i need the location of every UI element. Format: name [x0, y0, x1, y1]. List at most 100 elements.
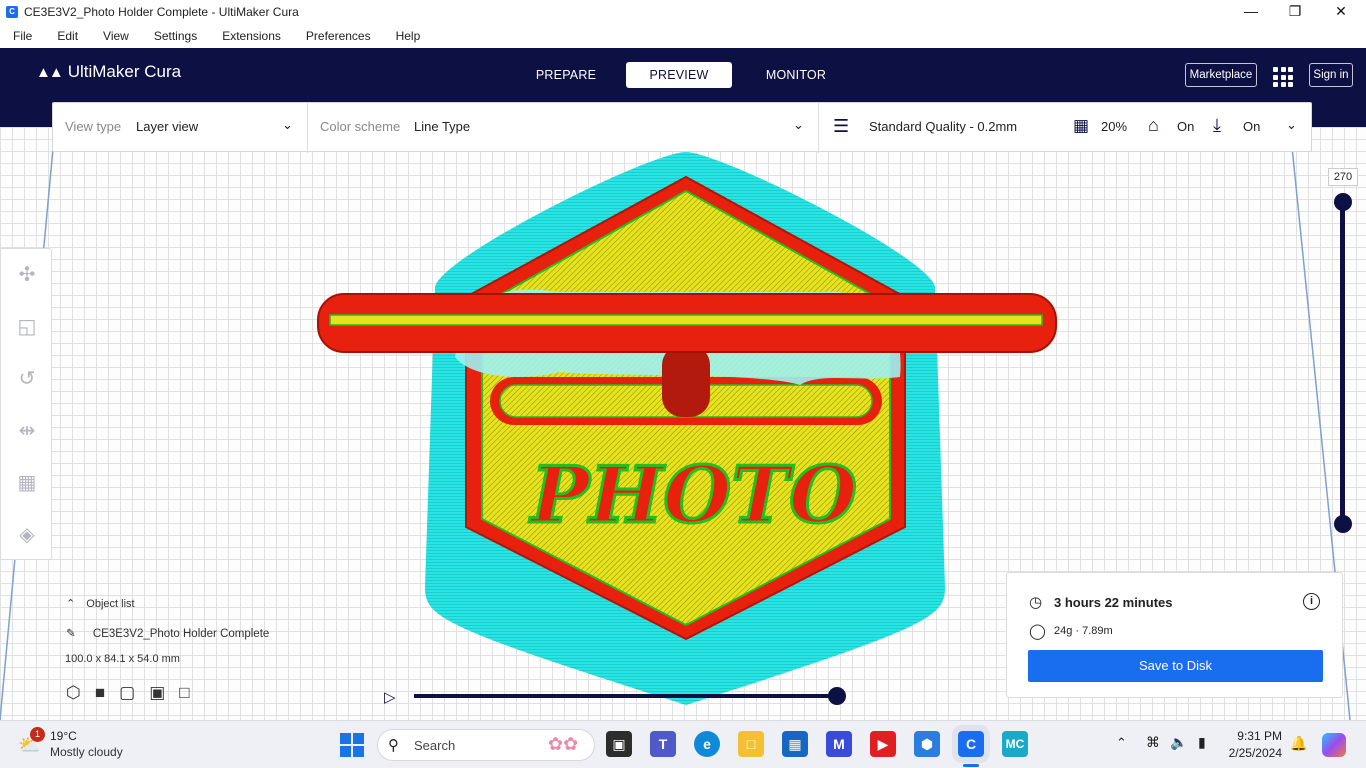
print-time: 3 hours 22 minutes	[1054, 595, 1173, 610]
menu-bar: File Edit View Settings Extensions Prefe…	[0, 24, 1366, 48]
edge-icon[interactable]: e	[694, 731, 720, 757]
ultimaker-logo: ▲▲ UltiMaker Cura	[36, 62, 181, 82]
object-name: CE3E3V2_Photo Holder Complete	[92, 628, 270, 640]
menu-settings[interactable]: Settings	[154, 29, 197, 43]
mirror-tool-icon[interactable]: ⇹	[15, 419, 39, 443]
layer-slider-top-handle[interactable]	[1334, 193, 1352, 211]
adhesion-value: On	[1243, 119, 1261, 134]
play-icon[interactable]: ▷	[384, 688, 396, 706]
search-box[interactable]: ⚲ Search ✿✿	[377, 729, 595, 761]
sign-in-button[interactable]: Sign in	[1309, 63, 1353, 87]
view-type-select[interactable]: Layer view	[136, 119, 198, 134]
chevron-up-icon[interactable]: ⌃	[1116, 735, 1127, 751]
view-type-label: View type	[65, 119, 122, 134]
tab-prepare[interactable]: PREPARE	[524, 62, 608, 88]
youtube-icon[interactable]: ▶	[870, 731, 896, 757]
wifi-icon[interactable]: ⌘	[1146, 734, 1160, 751]
window-title: CE3E3V2_Photo Holder Complete - UltiMake…	[24, 5, 299, 19]
color-scheme-select[interactable]: Line Type	[414, 119, 470, 134]
copilot-icon[interactable]	[1322, 733, 1346, 757]
battery-icon[interactable]: ▮	[1198, 734, 1206, 751]
mc-app-icon[interactable]: MC	[1002, 731, 1028, 757]
divider	[818, 103, 819, 153]
print-profile[interactable]: Standard Quality - 0.2mm	[869, 119, 1017, 134]
info-icon[interactable]: i	[1303, 593, 1320, 610]
print-info-panel: ◷ 3 hours 22 minutes i ◯ 24g · 7.89m Sav…	[1006, 572, 1343, 698]
task-view-icon[interactable]: ▣	[606, 731, 632, 757]
menu-view[interactable]: View	[103, 29, 129, 43]
object-dimensions: 100.0 x 84.1 x 54.0 mm	[65, 653, 180, 665]
menu-preferences[interactable]: Preferences	[306, 29, 371, 43]
chevron-down-icon[interactable]: ⌄	[282, 117, 293, 133]
support-value: On	[1177, 119, 1195, 134]
pencil-icon: ✎	[66, 628, 76, 640]
menu-extensions[interactable]: Extensions	[222, 29, 281, 43]
cube-app-icon[interactable]: ⬢	[914, 731, 940, 757]
marketplace-button[interactable]: Marketplace	[1185, 63, 1257, 87]
volume-icon[interactable]: 🔈	[1170, 734, 1187, 751]
path-slider-handle[interactable]	[828, 687, 846, 705]
notification-bell-icon[interactable]: 🔔	[1290, 735, 1307, 752]
save-to-disk-button[interactable]: Save to Disk	[1028, 650, 1323, 682]
model-text: PHOTO	[529, 450, 857, 541]
file-explorer-icon[interactable]: □	[738, 731, 764, 757]
tab-monitor[interactable]: MONITOR	[752, 62, 840, 88]
infill-icon: ▦	[1073, 116, 1090, 135]
spool-icon: ◯	[1029, 623, 1046, 640]
scale-tool-icon[interactable]: ◱	[15, 315, 39, 339]
right-view-icon[interactable]: □	[179, 683, 189, 703]
bar-infill	[329, 314, 1043, 326]
windows-taskbar: ⛅ 1 19°C Mostly cloudy ⚲ Search ✿✿ ▣ T e…	[0, 720, 1366, 768]
teams-icon[interactable]: T	[650, 731, 676, 757]
per-model-settings-icon[interactable]: ▦	[15, 471, 39, 495]
weather-badge: 1	[30, 727, 45, 742]
active-app-indicator	[963, 764, 979, 767]
layer-slider-bottom-handle[interactable]	[1334, 515, 1352, 533]
object-list-toggle[interactable]: ⌃ Object list	[66, 597, 135, 610]
minimize-button[interactable]: —	[1228, 0, 1274, 24]
blossom-icon: ✿✿	[548, 734, 579, 754]
adhesion-icon: ⤓	[1213, 115, 1221, 135]
tool-panel: ✣ ◱ ↺ ⇹ ▦ ◈	[0, 248, 52, 560]
layer-slider-track[interactable]	[1340, 200, 1345, 524]
clock-time[interactable]: 9:31 PM	[1230, 729, 1282, 743]
chevron-down-icon[interactable]: ⌄	[793, 117, 804, 133]
title-bar: C CE3E3V2_Photo Holder Complete - UltiMa…	[0, 0, 1366, 24]
menu-edit[interactable]: Edit	[57, 29, 78, 43]
close-button[interactable]: ✕	[1318, 0, 1364, 24]
post-wall	[662, 345, 710, 417]
store-icon[interactable]: ▦	[782, 731, 808, 757]
color-scheme-label: Color scheme	[320, 119, 401, 134]
apps-grid-icon[interactable]	[1273, 67, 1293, 87]
support-blocker-icon[interactable]: ◈	[15, 523, 39, 547]
restore-button[interactable]: ❐	[1272, 0, 1318, 24]
rotate-tool-icon[interactable]: ↺	[15, 367, 39, 391]
front-view-icon[interactable]: ■	[95, 683, 105, 703]
object-list-label: Object list	[86, 598, 135, 610]
search-placeholder: Search	[414, 738, 456, 753]
cura-taskbar-icon[interactable]: C	[952, 725, 990, 763]
top-view-icon[interactable]: ▢	[119, 683, 135, 703]
chevron-up-icon: ⌃	[66, 598, 76, 610]
material-usage: 24g · 7.89m	[1054, 625, 1113, 637]
app-m-icon[interactable]: M	[826, 731, 852, 757]
infill-value: 20%	[1101, 119, 1128, 134]
cura-app-icon: C	[6, 6, 18, 18]
start-button[interactable]	[340, 733, 364, 757]
3d-view-icon[interactable]: ⬡	[66, 683, 81, 703]
menu-help[interactable]: Help	[396, 29, 421, 43]
object-list-item[interactable]: ✎ CE3E3V2_Photo Holder Complete	[66, 626, 269, 640]
camera-view-buttons: ⬡ ■ ▢ ▣ □	[66, 683, 190, 703]
tab-preview[interactable]: PREVIEW	[626, 62, 732, 88]
logo-text: UltiMaker Cura	[67, 62, 182, 81]
support-icon: ⌂	[1148, 115, 1159, 135]
layer-number[interactable]: 270	[1328, 168, 1358, 186]
path-slider-track[interactable]	[414, 694, 838, 698]
menu-file[interactable]: File	[13, 29, 32, 43]
chevron-down-icon[interactable]: ⌄	[1286, 117, 1297, 133]
ultimaker-logo-icon: ▲▲	[36, 63, 64, 81]
left-view-icon[interactable]: ▣	[149, 683, 165, 703]
clock-date[interactable]: 2/25/2024	[1220, 746, 1282, 760]
sliders-icon[interactable]: ☰	[833, 116, 849, 137]
move-tool-icon[interactable]: ✣	[15, 263, 39, 287]
